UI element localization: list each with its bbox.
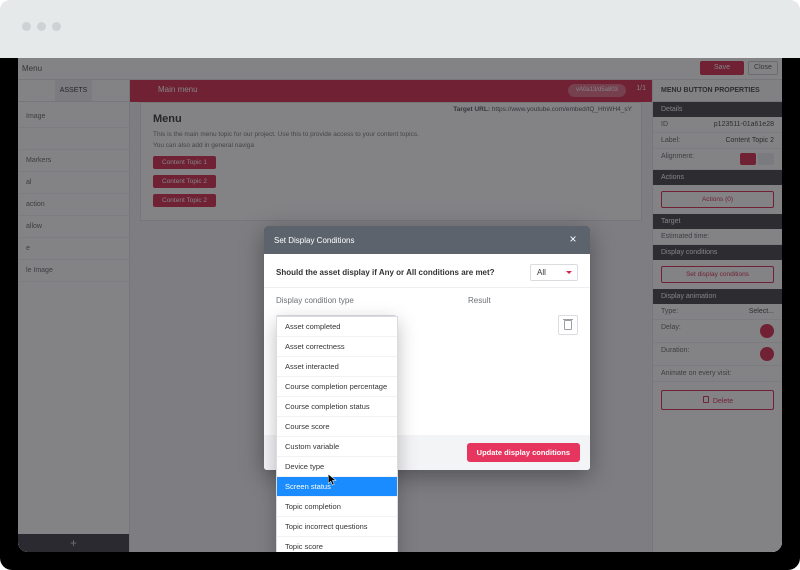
window-dot <box>52 22 61 31</box>
dropdown-option[interactable]: Topic incorrect questions <box>277 517 397 537</box>
modal-header: Set Display Conditions × <box>264 226 590 254</box>
dropdown-option[interactable]: Asset correctness <box>277 337 397 357</box>
dropdown-option[interactable]: Asset completed <box>277 317 397 337</box>
window-dot <box>22 22 31 31</box>
cursor-icon <box>328 474 337 486</box>
window-dot <box>37 22 46 31</box>
window-dots <box>22 22 61 31</box>
close-icon[interactable]: × <box>566 233 580 247</box>
app: Menu Save Close ASSETS Image Markers al … <box>18 58 782 552</box>
modal-column-headers: Display condition type Result <box>264 288 590 311</box>
dropdown-option[interactable]: Custom variable <box>277 437 397 457</box>
dropdown-option[interactable]: Course completion status <box>277 397 397 417</box>
dropdown-option[interactable]: Course score <box>277 417 397 437</box>
dropdown-option[interactable]: Topic score <box>277 537 397 552</box>
dropdown-option[interactable]: Device type <box>277 457 397 477</box>
delete-row-button[interactable] <box>558 315 578 335</box>
dropdown-option[interactable]: Course completion percentage <box>277 377 397 397</box>
modal-question-row: Should the asset display if Any or All c… <box>264 254 590 288</box>
update-conditions-button[interactable]: Update display conditions <box>467 443 580 462</box>
col-condition-type: Display condition type <box>276 296 468 305</box>
dropdown-option[interactable]: Asset interacted <box>277 357 397 377</box>
modal-title: Set Display Conditions <box>274 236 354 245</box>
viewport: Menu Save Close ASSETS Image Markers al … <box>18 58 782 552</box>
dropdown-option[interactable]: Screen status <box>277 477 397 497</box>
browser-frame: Menu Save Close ASSETS Image Markers al … <box>0 0 800 570</box>
col-result: Result <box>468 296 578 305</box>
modal-question: Should the asset display if Any or All c… <box>276 268 520 277</box>
condition-type-dropdown: Asset completedAsset correctnessAsset in… <box>276 316 398 552</box>
browser-chrome <box>0 0 800 58</box>
dropdown-option[interactable]: Topic completion <box>277 497 397 517</box>
any-all-select[interactable]: All <box>530 264 578 281</box>
